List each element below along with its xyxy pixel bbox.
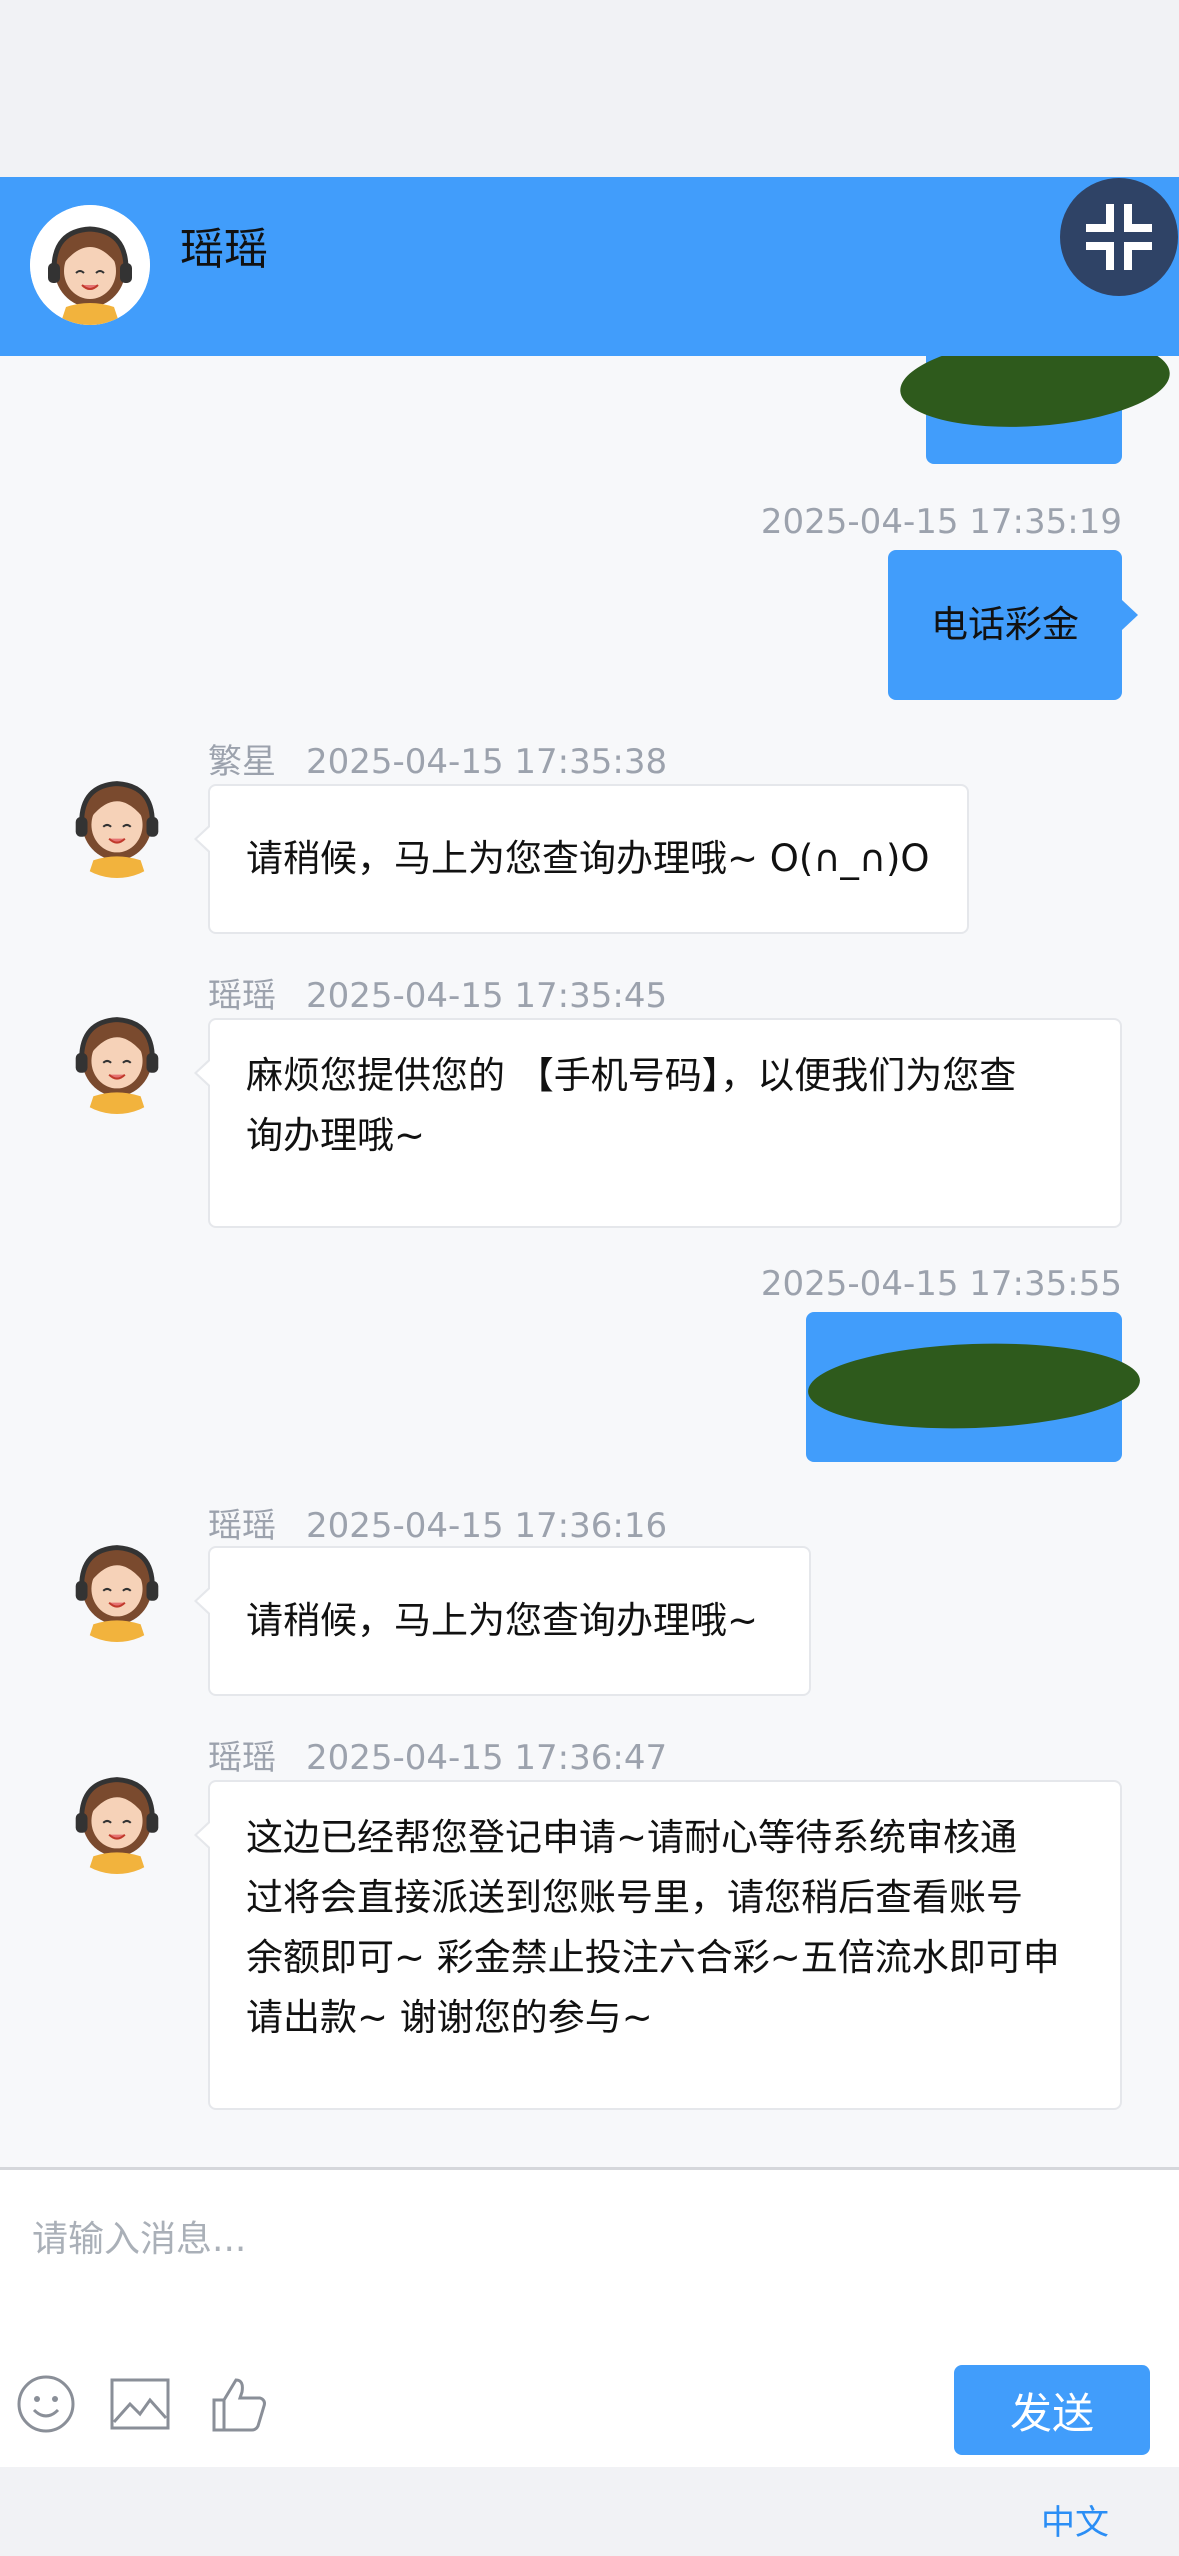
chat-header: 瑶瑶 xyxy=(0,177,1179,356)
message-list[interactable]: 2025-04-15 17:35:19 电话彩金 繁星 2025-04-15 17… xyxy=(0,356,1179,2167)
message-meta: 瑶瑶 2025-04-15 17:35:45 xyxy=(208,968,667,1017)
chat-title: 瑶瑶 xyxy=(180,224,268,275)
like-button[interactable] xyxy=(206,2372,270,2436)
image-icon xyxy=(110,2378,170,2430)
message-bubble-left: 麻烦您提供您的 【手机号码】，以便我们为您查 询办理哦~ xyxy=(194,1018,1122,1228)
message-input[interactable] xyxy=(30,2198,1134,2280)
agent-avatar xyxy=(58,1524,176,1642)
agent-avatar xyxy=(58,760,176,878)
image-button[interactable] xyxy=(108,2372,172,2436)
message-meta: 瑶瑶 2025-04-15 17:36:16 xyxy=(208,1498,667,1547)
message-time: 2025-04-15 17:35:19 xyxy=(760,502,1122,542)
message-time: 2025-04-15 17:36:16 xyxy=(306,1506,668,1546)
emoji-icon xyxy=(17,2375,75,2433)
message-text-line: 余额即可~ 彩金禁止投注六合彩~五倍流水即可申 xyxy=(246,1936,1060,1979)
message-bubble-left: 这边已经帮您登记申请~请耐心等待系统审核通 过将会直接派送到您账号里，请您稍后查… xyxy=(194,1780,1122,2110)
message-bubble-right: 电话彩金 xyxy=(888,550,1138,700)
message-time: 2025-04-15 17:35:38 xyxy=(306,742,668,782)
message-text: 请稍候，马上为您查询办理哦~ xyxy=(246,1599,759,1642)
message-meta: 繁星 2025-04-15 17:35:38 xyxy=(208,734,667,783)
sender-name: 繁星 xyxy=(208,742,276,782)
language-switch[interactable]: 中文 xyxy=(1041,2495,1109,2544)
message-meta: 瑶瑶 2025-04-15 17:36:47 xyxy=(208,1730,667,1779)
send-button[interactable]: 发送 xyxy=(954,2365,1150,2455)
message-text-line: 过将会直接派送到您账号里，请您稍后查看账号 xyxy=(246,1876,1023,1919)
footer-bar: 中文 xyxy=(0,2467,1179,2556)
sender-name: 瑶瑶 xyxy=(208,1738,276,1778)
message-text-line: 询办理哦~ xyxy=(246,1114,426,1157)
message-time: 2025-04-15 17:35:55 xyxy=(760,1264,1122,1304)
message-time: 2025-04-15 17:36:47 xyxy=(306,1738,668,1778)
agent-avatar xyxy=(58,1756,176,1874)
emoji-button[interactable] xyxy=(14,2372,78,2436)
message-bubble-left: 请稍候，马上为您查询办理哦~ xyxy=(194,1546,811,1696)
sender-name: 瑶瑶 xyxy=(208,1506,276,1546)
message-text-line: 这边已经帮您登记申请~请耐心等待系统审核通 xyxy=(246,1816,1018,1859)
collapse-icon xyxy=(1086,204,1152,270)
message-bubble-left: 请稍候，马上为您查询办理哦~ O(∩_∩)O xyxy=(194,784,969,934)
message-text: 请稍候，马上为您查询办理哦~ O(∩_∩)O xyxy=(246,837,930,880)
sender-name: 瑶瑶 xyxy=(208,976,276,1016)
status-bar xyxy=(0,0,1179,177)
agent-avatar xyxy=(58,996,176,1114)
agent-avatar xyxy=(30,205,150,325)
thumbs-up-icon xyxy=(212,2378,266,2432)
message-text-line: 请出款~ 谢谢您的参与~ xyxy=(246,1996,653,2039)
message-text-line: 麻烦您提供您的 【手机号码】，以便我们为您查 xyxy=(246,1054,1017,1097)
collapse-button[interactable] xyxy=(1060,178,1178,296)
message-text: 电话彩金 xyxy=(931,603,1079,646)
message-time: 2025-04-15 17:35:45 xyxy=(306,976,668,1016)
